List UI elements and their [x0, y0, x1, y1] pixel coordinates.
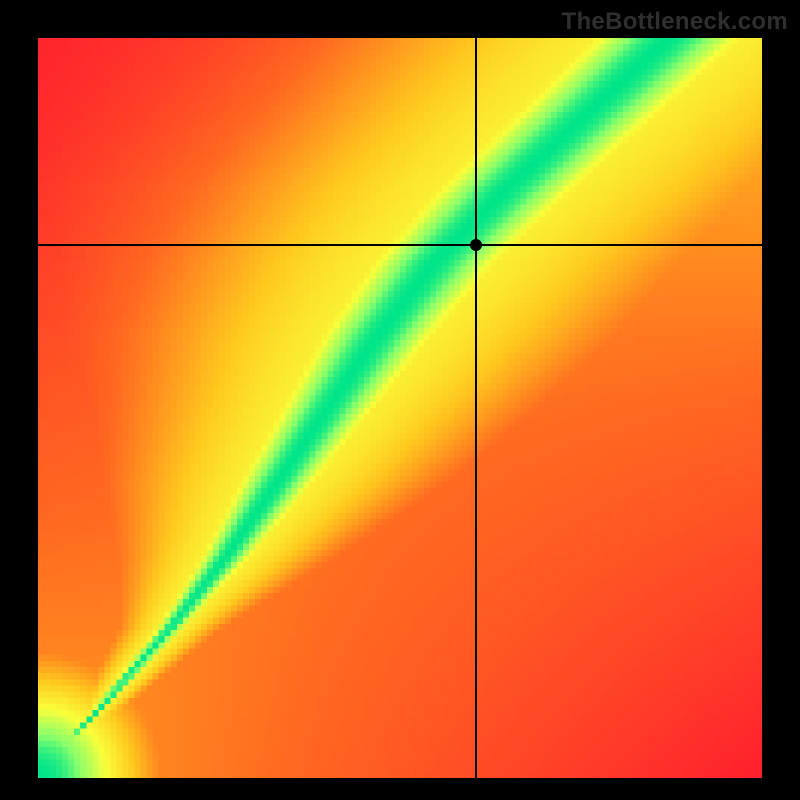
- marker-dot: [470, 239, 482, 251]
- watermark-text: TheBottleneck.com: [562, 8, 788, 36]
- crosshair-vertical: [475, 38, 477, 778]
- chart-frame: TheBottleneck.com: [0, 0, 800, 800]
- crosshair-horizontal: [38, 244, 762, 246]
- heatmap-plot: [38, 38, 762, 778]
- heatmap-canvas: [38, 38, 762, 778]
